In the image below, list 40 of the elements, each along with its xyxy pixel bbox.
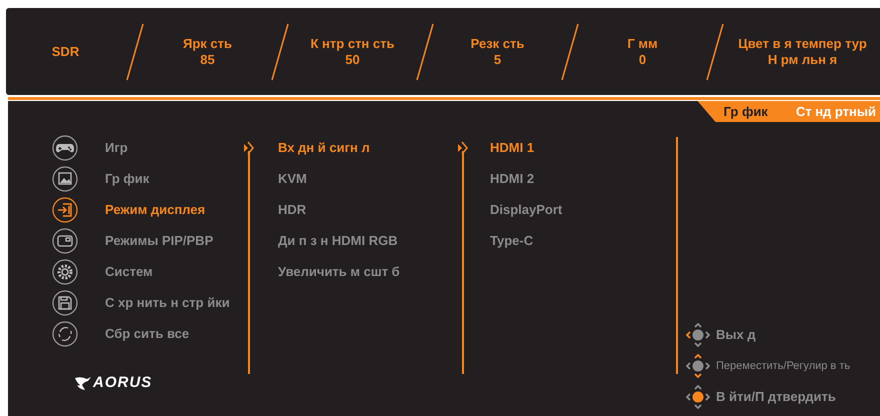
setting-label: Резк сть bbox=[470, 36, 524, 52]
slash-divider bbox=[125, 22, 145, 80]
setting-label: Г мм bbox=[627, 36, 658, 52]
slash-divider bbox=[270, 22, 290, 80]
brand-logo: AORUS bbox=[93, 374, 152, 391]
submenu-item[interactable]: Ди п з н HDMI RGB bbox=[278, 233, 398, 248]
setting-label: Цвет в я темпер тур bbox=[738, 36, 867, 52]
setting-label: SDR bbox=[52, 44, 80, 60]
submenu-item[interactable]: Вх дн й сигн л bbox=[278, 140, 370, 155]
menu-item[interactable]: Гр фик bbox=[105, 171, 150, 186]
input-source-option[interactable]: HDMI 1 bbox=[490, 140, 534, 155]
setting-value: 85 bbox=[200, 52, 215, 68]
menu-item[interactable]: Систем bbox=[105, 264, 153, 279]
setting-label: К нтр стн сть bbox=[310, 36, 394, 52]
setting-value: Н рм льн я bbox=[768, 52, 838, 68]
submenu-item[interactable]: Увеличить м сшт б bbox=[278, 264, 400, 279]
menu-item[interactable]: Режимы PIP/PBP bbox=[105, 233, 214, 248]
menu-item[interactable]: Игр bbox=[105, 140, 128, 155]
setting-label: Ярк сть bbox=[183, 36, 232, 52]
slash-divider bbox=[415, 22, 435, 80]
slash-divider bbox=[705, 22, 725, 80]
input-source-option[interactable]: DisplayPort bbox=[490, 202, 562, 217]
setting-value: 0 bbox=[638, 52, 646, 68]
menu-item[interactable]: Сбр сить все bbox=[105, 326, 190, 341]
input-source-option[interactable]: Type-C bbox=[490, 233, 534, 248]
joystick-icon bbox=[686, 322, 710, 346]
submenu-item[interactable]: HDR bbox=[278, 202, 306, 217]
eagle-logo-icon bbox=[74, 376, 92, 390]
joystick-icon bbox=[686, 354, 710, 378]
button-hint: Переместить/Регулир в ть bbox=[716, 360, 850, 372]
joystick-icon bbox=[686, 384, 710, 408]
setting-value: 5 bbox=[494, 52, 502, 68]
setting-value: 50 bbox=[345, 52, 360, 68]
slash-divider bbox=[560, 22, 580, 80]
menu-item[interactable]: С хр нить н стр йки bbox=[105, 295, 230, 310]
button-hint: В йти/П дтвердить bbox=[716, 389, 836, 404]
button-hint: Вых д bbox=[716, 327, 756, 342]
submenu-item[interactable]: KVM bbox=[278, 171, 307, 186]
input-source-option[interactable]: HDMI 2 bbox=[490, 171, 534, 186]
menu-item[interactable]: Режим дисплея bbox=[105, 202, 206, 217]
